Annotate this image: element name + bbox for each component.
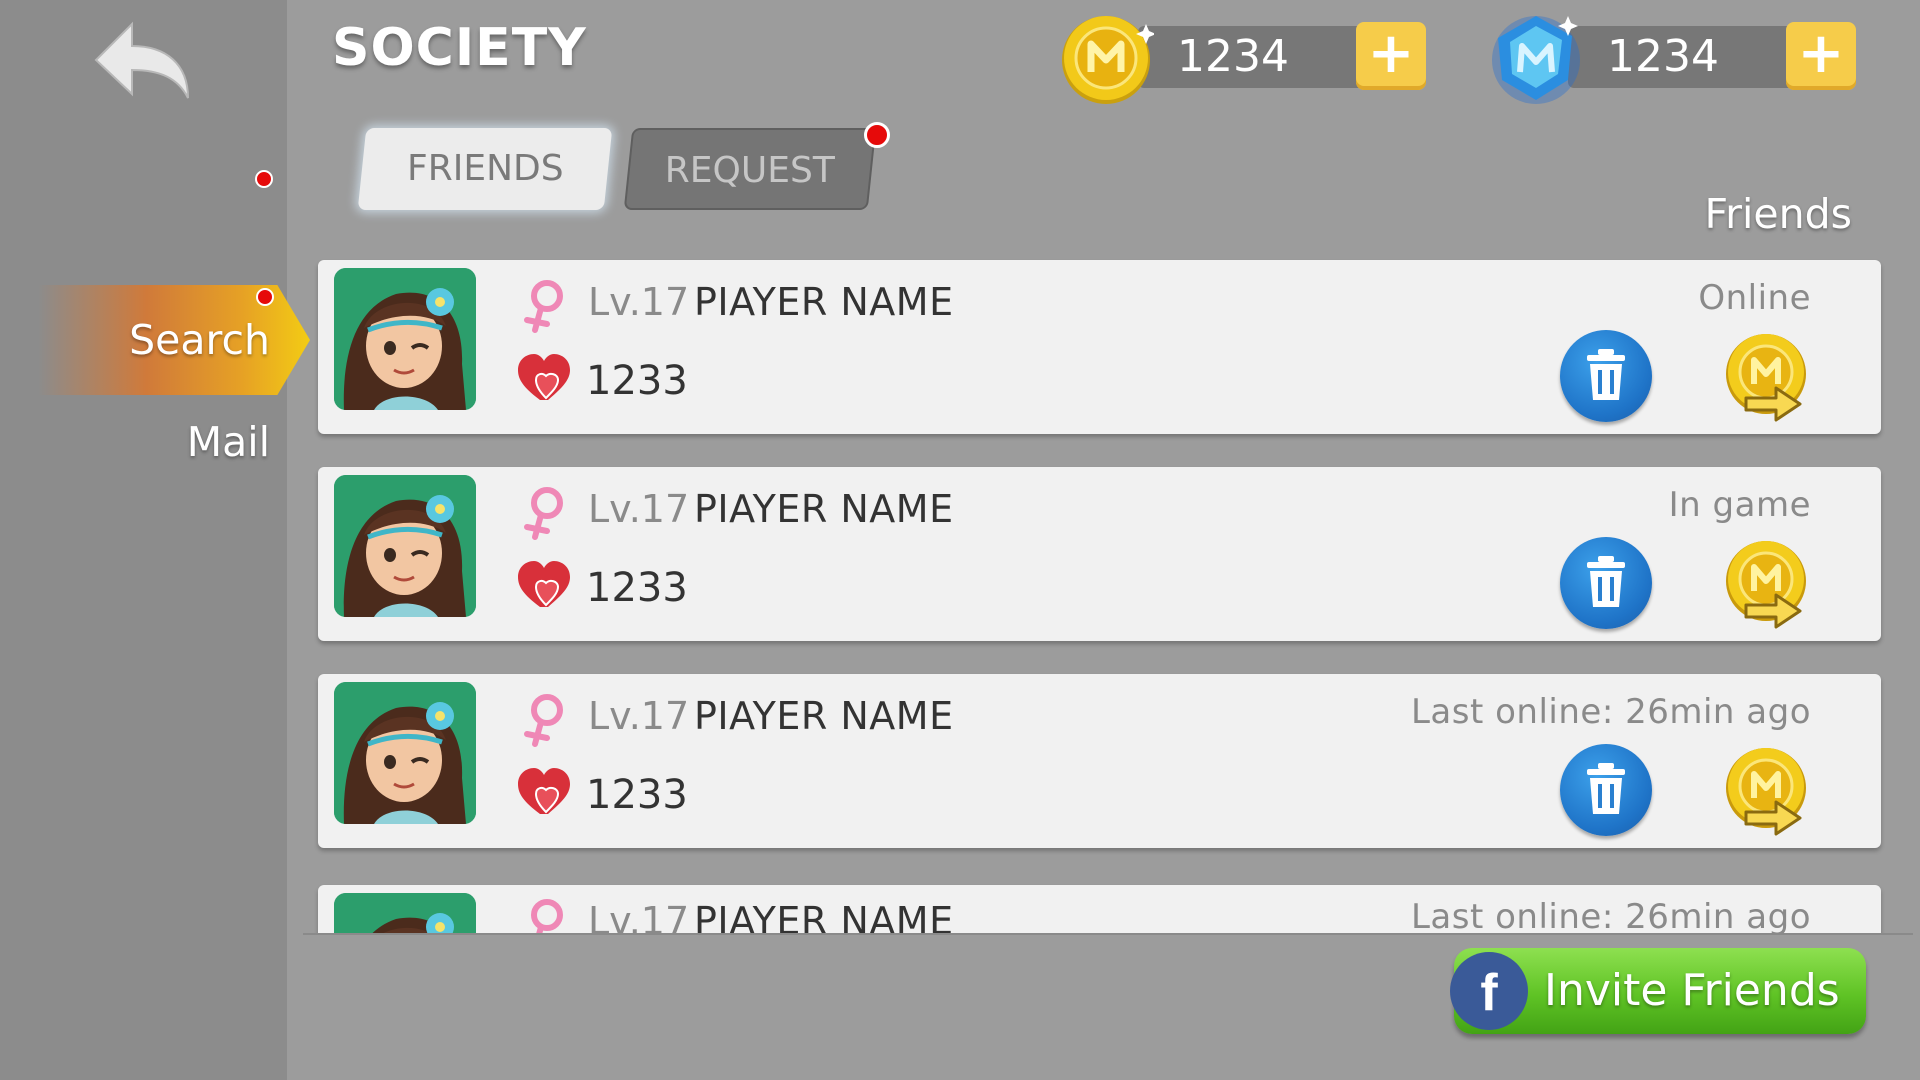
list-divider bbox=[303, 933, 1913, 935]
send-coin-icon bbox=[1726, 748, 1806, 836]
player-portrait bbox=[334, 893, 476, 935]
list-item: Lv.17 PIAYER NAME 1233 Last online: 26mi… bbox=[318, 674, 1881, 848]
player-level: Lv.17 bbox=[588, 694, 690, 738]
player-name: PIAYER NAME bbox=[694, 280, 954, 324]
sidebar-item-friends[interactable]: Friends bbox=[1705, 190, 1852, 238]
online-status: Last online: 26min ago bbox=[1410, 692, 1811, 732]
delete-friend-button[interactable] bbox=[1560, 330, 1652, 422]
player-level: Lv.17 bbox=[588, 899, 690, 935]
avatar[interactable] bbox=[334, 682, 476, 824]
online-status: Online bbox=[1698, 278, 1811, 318]
female-icon bbox=[531, 899, 563, 935]
online-status: In game bbox=[1668, 485, 1811, 525]
sidebar-item-search-label[interactable]: Search bbox=[38, 285, 270, 395]
avatar[interactable] bbox=[334, 268, 476, 410]
heart-icon bbox=[518, 768, 570, 814]
hearts-count: 1233 bbox=[586, 358, 688, 404]
tab-friends[interactable]: FRIENDS bbox=[357, 128, 613, 210]
player-name: PIAYER NAME bbox=[694, 487, 954, 531]
player-portrait bbox=[334, 682, 476, 824]
heart-icon bbox=[518, 354, 570, 400]
coin-icon bbox=[1062, 16, 1154, 104]
gem-amount: 1234 bbox=[1607, 31, 1719, 82]
hearts-count: 1233 bbox=[586, 772, 688, 818]
avatar[interactable] bbox=[334, 893, 476, 935]
list-item: Lv.17 PIAYER NAME 1233 In game bbox=[318, 467, 1881, 641]
coin-amount: 1234 bbox=[1177, 31, 1289, 82]
send-coins-button[interactable] bbox=[1720, 535, 1816, 631]
back-arrow-icon bbox=[94, 21, 189, 99]
delete-friend-button[interactable] bbox=[1560, 744, 1652, 836]
friends-notification-dot bbox=[255, 170, 273, 188]
send-coin-icon bbox=[1726, 334, 1806, 422]
sidebar-item-label: Friends bbox=[1704, 190, 1852, 238]
sidebar-item-mail[interactable]: Mail bbox=[0, 418, 270, 466]
back-button[interactable] bbox=[88, 18, 198, 108]
trash-icon bbox=[1587, 556, 1625, 607]
invite-friends-label: Invite Friends bbox=[1544, 965, 1840, 1016]
tab-request[interactable]: REQUEST bbox=[623, 128, 877, 210]
player-name: PIAYER NAME bbox=[694, 899, 954, 935]
hearts-count: 1233 bbox=[586, 565, 688, 611]
player-level: Lv.17 bbox=[588, 280, 690, 324]
trash-icon bbox=[1587, 763, 1625, 814]
request-notification-dot bbox=[864, 122, 890, 148]
player-portrait bbox=[334, 475, 476, 617]
avatar[interactable] bbox=[334, 475, 476, 617]
trash-icon bbox=[1587, 349, 1625, 400]
add-gems-button[interactable]: + bbox=[1786, 22, 1856, 90]
send-coins-button[interactable] bbox=[1720, 742, 1816, 838]
list-item: Lv.17 PIAYER NAME Last online: 26min ago bbox=[318, 885, 1881, 935]
online-status: Last online: 26min ago bbox=[1410, 897, 1811, 935]
facebook-icon: f bbox=[1450, 952, 1528, 1030]
female-icon bbox=[524, 280, 563, 333]
invite-friends-button[interactable]: f Invite Friends bbox=[1450, 948, 1866, 1034]
player-portrait bbox=[334, 268, 476, 410]
delete-friend-button[interactable] bbox=[1560, 537, 1652, 629]
sidebar bbox=[0, 0, 287, 1080]
send-coins-button[interactable] bbox=[1720, 328, 1816, 424]
player-name: PIAYER NAME bbox=[694, 694, 954, 738]
page-title: SOCIETY bbox=[332, 18, 587, 78]
list-item: Lv.17 PIAYER NAME 1233 Online bbox=[318, 260, 1881, 434]
gem-icon bbox=[1492, 16, 1580, 104]
heart-icon bbox=[518, 561, 570, 607]
add-coins-button[interactable]: + bbox=[1356, 22, 1426, 90]
tab-friends-label: FRIENDS bbox=[406, 148, 564, 189]
search-notification-dot bbox=[256, 288, 274, 306]
female-icon bbox=[524, 694, 563, 747]
female-icon bbox=[524, 487, 563, 540]
friends-list[interactable]: Lv.17 PIAYER NAME 1233 Online Lv.17 PIAY… bbox=[300, 255, 1910, 935]
send-coin-icon bbox=[1726, 541, 1806, 629]
player-level: Lv.17 bbox=[588, 487, 690, 531]
tab-request-label: REQUEST bbox=[664, 150, 835, 191]
